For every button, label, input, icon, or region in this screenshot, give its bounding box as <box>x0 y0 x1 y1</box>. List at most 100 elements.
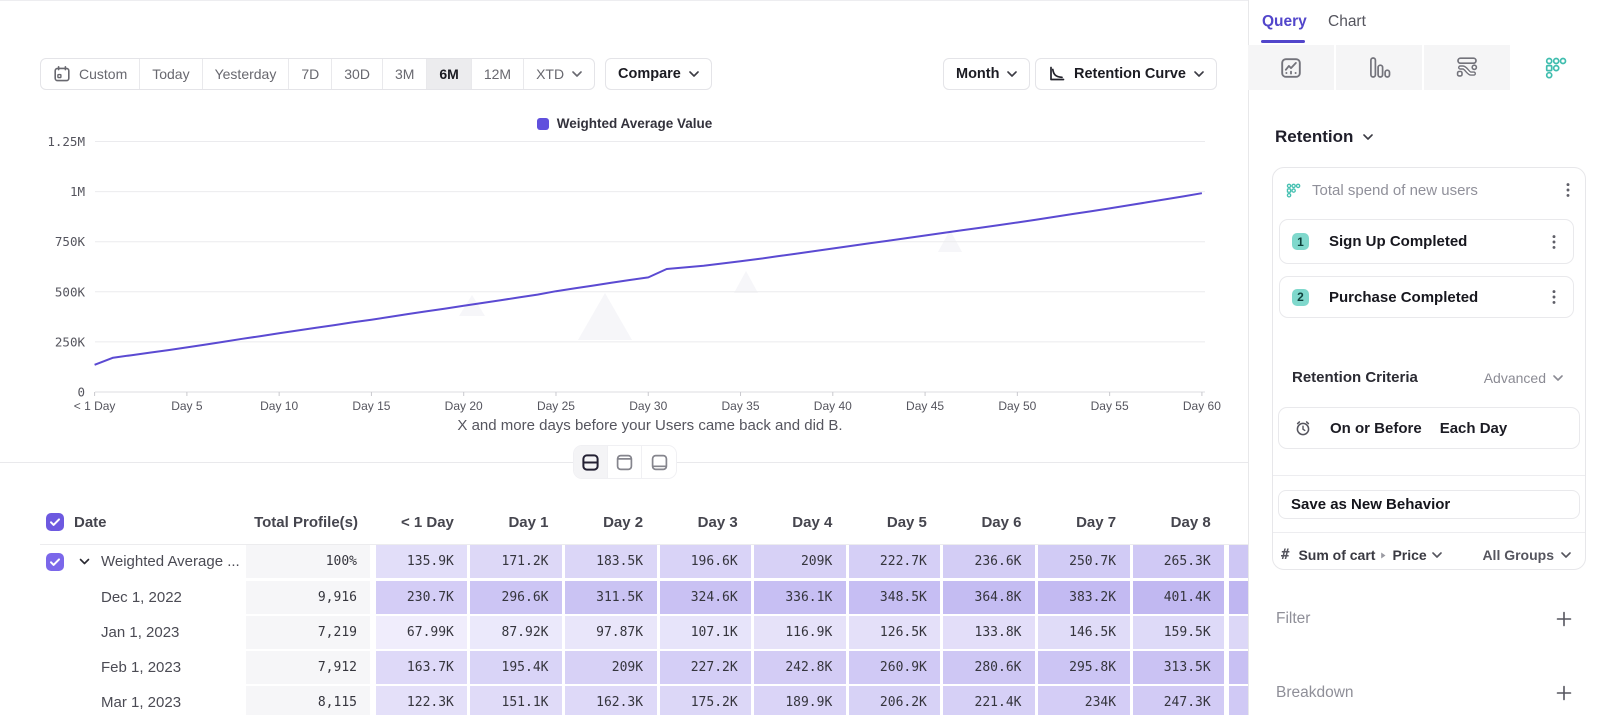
table-cell[interactable]: 162.3K <box>565 686 657 715</box>
tab-query[interactable]: Query <box>1262 13 1307 31</box>
add-breakdown-button[interactable] <box>1556 685 1572 701</box>
group-dropdown[interactable]: All Groups <box>1482 547 1571 563</box>
granularity-button[interactable]: Month <box>943 58 1030 90</box>
table-cell[interactable]: 159.5K <box>1133 616 1225 649</box>
table-cell[interactable]: 247.3K <box>1133 686 1225 715</box>
step-row-1[interactable]: 1 Sign Up Completed <box>1279 219 1574 264</box>
date-range-yesterday[interactable]: Yesterday <box>203 59 290 89</box>
column-header-day-3[interactable]: Day 3 <box>698 514 738 531</box>
table-cell[interactable]: 206.2K <box>849 686 941 715</box>
row-checkbox[interactable] <box>46 553 64 571</box>
table-cell[interactable]: 163.7K <box>376 651 468 684</box>
table-cell[interactable]: 195.4K <box>470 651 562 684</box>
table-cell[interactable]: 87.92K <box>470 616 562 649</box>
date-range-today[interactable]: Today <box>140 59 202 89</box>
table-cell[interactable]: 250.7K <box>1038 545 1130 578</box>
table-cell[interactable]: 311.5K <box>565 581 657 614</box>
table-cell[interactable]: 221.4K <box>943 686 1035 715</box>
date-range-xtd[interactable]: XTD <box>524 59 594 89</box>
table-cell[interactable]: 234K <box>1038 686 1130 715</box>
table-cell[interactable]: 67.99K <box>376 616 468 649</box>
select-all-checkbox[interactable] <box>46 513 64 531</box>
column-header-day-7[interactable]: Day 7 <box>1076 514 1116 531</box>
add-filter-button[interactable] <box>1556 611 1572 627</box>
criteria-frequency[interactable]: Each Day <box>1440 420 1508 437</box>
criteria-condition[interactable]: On or Before <box>1330 420 1422 437</box>
row-label[interactable]: Jan 1, 2023 <box>101 624 179 641</box>
table-cell[interactable]: 122.3K <box>376 686 468 715</box>
report-type-heading[interactable]: Retention <box>1275 127 1373 147</box>
chart-type-button[interactable]: Retention Curve <box>1035 58 1217 90</box>
table-cell[interactable]: 260.9K <box>849 651 941 684</box>
table-cell[interactable]: 383.2K <box>1038 581 1130 614</box>
column-header-day-6[interactable]: Day 6 <box>981 514 1021 531</box>
row-label[interactable]: Weighted Average ... <box>101 553 240 570</box>
table-cell[interactable]: 135.9K <box>376 545 468 578</box>
row-label[interactable]: Dec 1, 2022 <box>101 589 182 606</box>
save-as-new-behavior-button[interactable]: Save as New Behavior <box>1278 490 1580 519</box>
criteria-mode-dropdown[interactable]: Advanced <box>1484 370 1563 386</box>
table-cell[interactable]: 133.8K <box>943 616 1035 649</box>
column-header--1-day[interactable]: < 1 Day <box>401 514 454 531</box>
criteria-row[interactable]: On or Before Each Day <box>1278 407 1580 449</box>
compare-button[interactable]: Compare <box>605 58 712 90</box>
tab-insights[interactable] <box>1248 45 1336 90</box>
table-cell[interactable]: 230.7K <box>376 581 468 614</box>
date-range-6m[interactable]: 6M <box>427 59 471 89</box>
series-line[interactable] <box>95 193 1202 365</box>
tab-retention[interactable] <box>1512 45 1600 90</box>
property-dropdown[interactable]: Sum of cart Price <box>1298 547 1441 563</box>
table-cell[interactable]: 296.6K <box>470 581 562 614</box>
layout-split-view-button[interactable] <box>574 446 608 478</box>
column-header-day-4[interactable]: Day 4 <box>792 514 832 531</box>
table-cell[interactable]: 126.5K <box>849 616 941 649</box>
table-cell[interactable]: 209K <box>565 651 657 684</box>
date-range-30d[interactable]: 30D <box>332 59 383 89</box>
column-header-day-1[interactable]: Day 1 <box>508 514 548 531</box>
date-range-custom[interactable]: Custom <box>41 59 140 89</box>
column-header-day-2[interactable]: Day 2 <box>603 514 643 531</box>
step-row-2[interactable]: 2 Purchase Completed <box>1279 276 1574 318</box>
layout-table-view-button[interactable] <box>642 446 676 478</box>
row-label[interactable]: Feb 1, 2023 <box>101 659 181 676</box>
table-cell[interactable]: 183.5K <box>565 545 657 578</box>
table-cell[interactable]: 196.6K <box>660 545 752 578</box>
tab-funnels[interactable] <box>1336 45 1424 90</box>
tab-chart[interactable]: Chart <box>1328 13 1366 31</box>
column-header-total[interactable]: Total Profile(s) <box>254 514 358 531</box>
table-cell[interactable]: 236.6K <box>943 545 1035 578</box>
table-cell[interactable]: 242.8K <box>754 651 846 684</box>
table-cell[interactable]: 295.8K <box>1038 651 1130 684</box>
table-cell[interactable]: 227.2K <box>660 651 752 684</box>
table-cell[interactable]: 222.7K <box>849 545 941 578</box>
retention-line-chart[interactable]: 1.25M1M750K500K250K0< 1 DayDay 5Day 10Da… <box>0 100 1249 445</box>
table-cell[interactable]: 175.2K <box>660 686 752 715</box>
table-cell[interactable]: 313.5K <box>1133 651 1225 684</box>
table-cell[interactable]: 107.1K <box>660 616 752 649</box>
kebab-menu-icon[interactable] <box>1561 182 1575 198</box>
table-cell[interactable]: 348.5K <box>849 581 941 614</box>
date-range-3m[interactable]: 3M <box>383 59 427 89</box>
column-header-day-5[interactable]: Day 5 <box>887 514 927 531</box>
row-label[interactable]: Mar 1, 2023 <box>101 694 181 711</box>
table-cell[interactable]: 324.6K <box>660 581 752 614</box>
table-cell[interactable]: 364.8K <box>943 581 1035 614</box>
expand-row-icon[interactable] <box>79 558 90 565</box>
table-cell[interactable]: 265.3K <box>1133 545 1225 578</box>
table-cell[interactable]: 116.9K <box>754 616 846 649</box>
table-cell[interactable]: 146.5K <box>1038 616 1130 649</box>
table-cell[interactable]: 336.1K <box>754 581 846 614</box>
table-cell[interactable]: 280.6K <box>943 651 1035 684</box>
kebab-menu-icon[interactable] <box>1547 234 1561 250</box>
tab-flows[interactable] <box>1424 45 1512 90</box>
kebab-menu-icon[interactable] <box>1547 289 1561 305</box>
column-header-date[interactable]: Date <box>74 514 107 531</box>
layout-chart-view-button[interactable] <box>608 446 642 478</box>
date-range-7d[interactable]: 7D <box>289 59 332 89</box>
column-header-day-8[interactable]: Day 8 <box>1171 514 1211 531</box>
table-cell[interactable]: 189.9K <box>754 686 846 715</box>
date-range-12m[interactable]: 12M <box>472 59 524 89</box>
table-cell[interactable]: 151.1K <box>470 686 562 715</box>
table-cell[interactable]: 209K <box>754 545 846 578</box>
table-cell[interactable]: 171.2K <box>470 545 562 578</box>
